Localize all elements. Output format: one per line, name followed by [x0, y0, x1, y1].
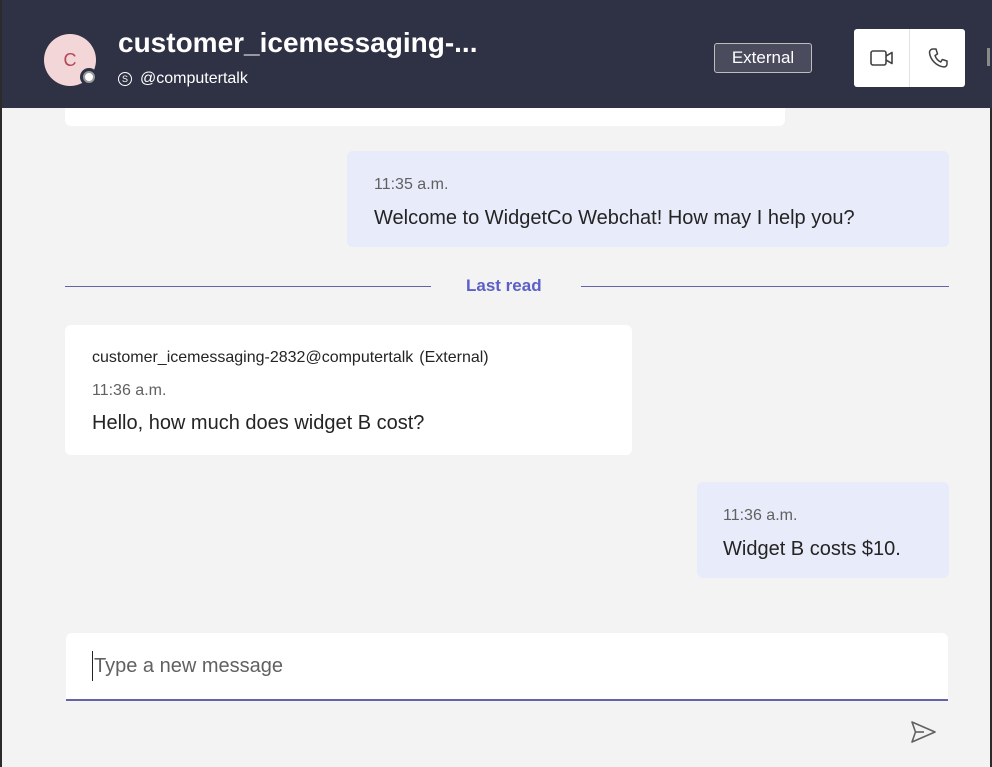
skype-icon: S: [118, 72, 132, 86]
message-sender-line: customer_icemessaging-2832@computertalk (…: [92, 349, 489, 367]
external-badge: External: [714, 43, 812, 73]
avatar-initial: C: [63, 49, 77, 70]
message-outgoing: 11:35 a.m. Welcome to WidgetCo Webchat! …: [347, 151, 949, 247]
call-button-group: [854, 29, 965, 87]
text-cursor: [92, 651, 93, 681]
message-time: 11:36 a.m.: [723, 507, 798, 524]
compose-box[interactable]: [66, 633, 948, 701]
chat-title[interactable]: customer_icemessaging-...: [118, 27, 477, 59]
header-overflow-edge: [987, 48, 990, 66]
message-text: Hello, how much does widget B cost?: [92, 412, 425, 434]
message-time: 11:35 a.m.: [374, 176, 449, 193]
video-camera-icon: [869, 50, 893, 66]
message-time: 11:36 a.m.: [92, 382, 167, 399]
audio-call-button[interactable]: [909, 29, 965, 87]
chat-header: C customer_icemessaging-... S @computert…: [2, 0, 992, 108]
chat-handle: @computertalk: [140, 70, 248, 87]
message-input[interactable]: [94, 651, 914, 681]
chat-window: C customer_icemessaging-... S @computert…: [0, 0, 992, 767]
message-incoming: customer_icemessaging-2832@computertalk (…: [65, 325, 632, 455]
previous-message-card: [65, 108, 785, 126]
message-sender[interactable]: customer_icemessaging-2832@computertalk: [92, 349, 413, 366]
presence-status-icon: [80, 68, 98, 86]
send-button[interactable]: [907, 718, 939, 746]
message-outgoing: 11:36 a.m. Widget B costs $10.: [697, 482, 949, 578]
phone-icon: [928, 48, 948, 68]
message-text: Widget B costs $10.: [723, 538, 901, 560]
chat-subtitle: S @computertalk: [118, 70, 248, 88]
message-text: Welcome to WidgetCo Webchat! How may I h…: [374, 207, 855, 229]
sender-external-tag: (External): [419, 349, 489, 366]
last-read-label: Last read: [466, 276, 542, 295]
video-call-button[interactable]: [854, 29, 909, 87]
send-icon: [911, 721, 936, 743]
